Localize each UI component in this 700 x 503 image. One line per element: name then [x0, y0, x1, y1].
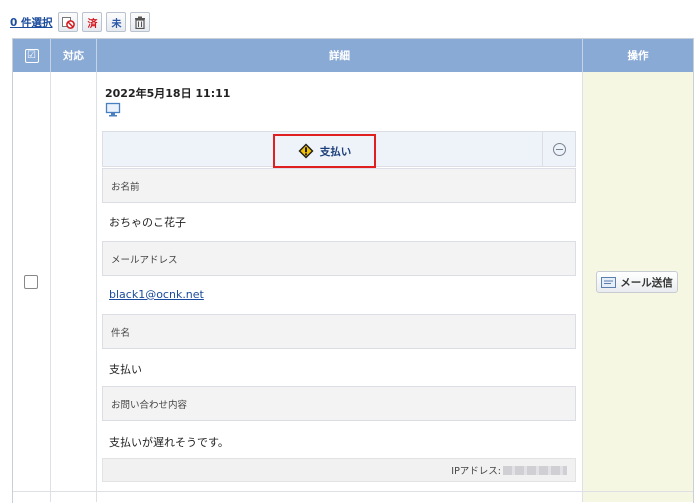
ip-address-label: IPアドレス: [451, 466, 501, 477]
header-detail: 詳細 [97, 39, 583, 72]
mark-done-button[interactable]: 済 [82, 12, 103, 32]
send-mail-label: メール送信 [620, 276, 673, 289]
ip-address-masked-value [503, 465, 567, 475]
collapse-button[interactable] [542, 132, 575, 167]
table-header: ☑ 対応 詳細 操作 [13, 39, 693, 72]
row-checkbox[interactable] [24, 275, 38, 289]
field-value-name: おちゃのこ花子 [109, 216, 186, 229]
cancel-selection-button[interactable] [58, 12, 79, 32]
inquiry-datetime: 2022年5月18日 11:11 [105, 87, 231, 100]
send-mail-button[interactable]: メール送信 [596, 271, 678, 293]
status-bar: 支払い [102, 131, 576, 168]
no-entry-icon [62, 17, 76, 29]
field-label-email: メールアドレス [102, 241, 576, 276]
field-value-message: 支払いが遅れそうです。 [109, 436, 229, 449]
field-label-message: お問い合わせ内容 [102, 386, 576, 421]
mark-undone-glyph: 未 [111, 18, 122, 30]
field-label-name: お名前 [102, 168, 576, 203]
header-actions: 操作 [627, 50, 649, 62]
selection-count-link[interactable]: 0 件選択 [10, 15, 52, 30]
mark-undone-button[interactable]: 未 [106, 12, 127, 32]
minus-circle-icon [552, 143, 566, 156]
ip-address-bar: IPアドレス: [102, 458, 576, 482]
column-status [51, 72, 97, 502]
toolbar: 0 件選択 済 未 [10, 10, 151, 34]
field-value-email-link[interactable]: black1@ocnk.net [109, 288, 204, 301]
delete-button[interactable] [130, 12, 151, 32]
mark-done-glyph: 済 [87, 18, 98, 30]
envelope-icon [601, 276, 617, 288]
field-value-subject: 支払い [109, 363, 142, 376]
row-divider [13, 491, 693, 492]
select-all-checkbox[interactable]: ☑ [24, 48, 39, 63]
header-select-all[interactable]: ☑ [13, 39, 51, 72]
status-label: 支払い [319, 145, 352, 158]
inquiry-table: ☑ 対応 詳細 操作 2022年5月18日 11:11 支払い お名前 おちゃの… [12, 38, 694, 503]
header-status: 対応 [51, 39, 97, 72]
field-label-subject: 件名 [102, 314, 576, 349]
warning-diamond-icon [298, 143, 314, 159]
desktop-icon [105, 102, 121, 117]
status-tag[interactable]: 支払い [273, 134, 376, 168]
trash-icon [135, 16, 146, 29]
